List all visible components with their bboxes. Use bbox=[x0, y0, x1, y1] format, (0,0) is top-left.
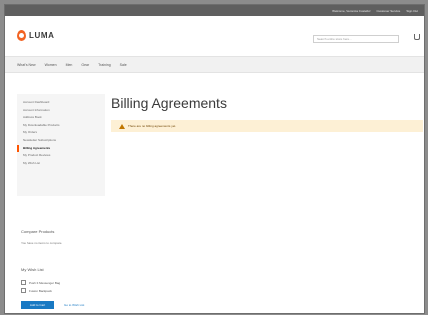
page-title: Billing Agreements bbox=[111, 95, 227, 111]
nav-item-gear[interactable]: Gear bbox=[81, 63, 89, 67]
sidebar-item-billing-agreements[interactable]: Billing Agreements bbox=[17, 144, 105, 153]
nav-item-sale[interactable]: Sale bbox=[120, 63, 127, 67]
sidebar-item-account-dashboard[interactable]: Account Dashboard bbox=[17, 99, 105, 107]
nav-item-men[interactable]: Men bbox=[66, 63, 73, 67]
sidebar-item-wish-list[interactable]: My Wish List bbox=[17, 160, 105, 168]
cart-icon[interactable] bbox=[414, 34, 420, 40]
wishlist-item[interactable]: Push It Messenger Bag bbox=[21, 280, 60, 285]
welcome-message: Welcome, Veronica Costello! bbox=[332, 8, 371, 13]
sidebar-item-downloadable-products[interactable]: My Downloadable Products bbox=[17, 122, 105, 130]
add-to-cart-button[interactable]: Add to Cart bbox=[21, 301, 54, 309]
compare-products-title: Compare Products bbox=[21, 229, 55, 234]
top-links-bar: Welcome, Veronica Costello! Customer Ser… bbox=[5, 5, 424, 16]
wishlist-checkbox[interactable] bbox=[21, 288, 26, 293]
store-logo[interactable]: LUMA bbox=[17, 30, 55, 41]
nav-item-women[interactable]: Women bbox=[45, 63, 57, 67]
wishlist-item-name[interactable]: Push It Messenger Bag bbox=[29, 281, 60, 285]
account-sidebar: Account Dashboard Account Information Ad… bbox=[17, 94, 105, 196]
go-to-wishlist-link[interactable]: Go to Wish List bbox=[64, 303, 84, 307]
wishlist-item-name[interactable]: Fusion Backpack bbox=[29, 289, 52, 293]
nav-item-training[interactable]: Training bbox=[98, 63, 111, 67]
empty-notice-message: There are no billing agreements yet. bbox=[111, 120, 423, 132]
logo-text: LUMA bbox=[29, 31, 55, 40]
sign-out-link[interactable]: Sign Out bbox=[406, 9, 418, 13]
luma-logo-icon bbox=[17, 30, 26, 41]
search-input[interactable]: Search entire store here... bbox=[313, 35, 399, 43]
sidebar-item-account-information[interactable]: Account Information bbox=[17, 107, 105, 115]
customer-service-link[interactable]: Customer Service bbox=[376, 9, 400, 13]
wishlist-item[interactable]: Fusion Backpack bbox=[21, 288, 52, 293]
site-header: LUMA Search entire store here... bbox=[5, 16, 424, 56]
nav-item-whats-new[interactable]: What's New bbox=[17, 63, 36, 67]
notice-text: There are no billing agreements yet. bbox=[128, 124, 177, 128]
sidebar-item-my-orders[interactable]: My Orders bbox=[17, 129, 105, 137]
warning-icon bbox=[119, 123, 125, 129]
browser-viewport: Welcome, Veronica Costello! Customer Ser… bbox=[4, 4, 425, 314]
wishlist-checkbox[interactable] bbox=[21, 280, 26, 285]
sidebar-item-newsletter[interactable]: Newsletter Subscriptions bbox=[17, 137, 105, 145]
sidebar-item-address-book[interactable]: Address Book bbox=[17, 114, 105, 122]
sidebar-item-product-reviews[interactable]: My Product Reviews bbox=[17, 152, 105, 160]
wishlist-title: My Wish List bbox=[21, 267, 44, 272]
compare-empty-message: You have no items to compare. bbox=[21, 241, 63, 245]
main-navigation: What's New Women Men Gear Training Sale bbox=[5, 56, 424, 73]
